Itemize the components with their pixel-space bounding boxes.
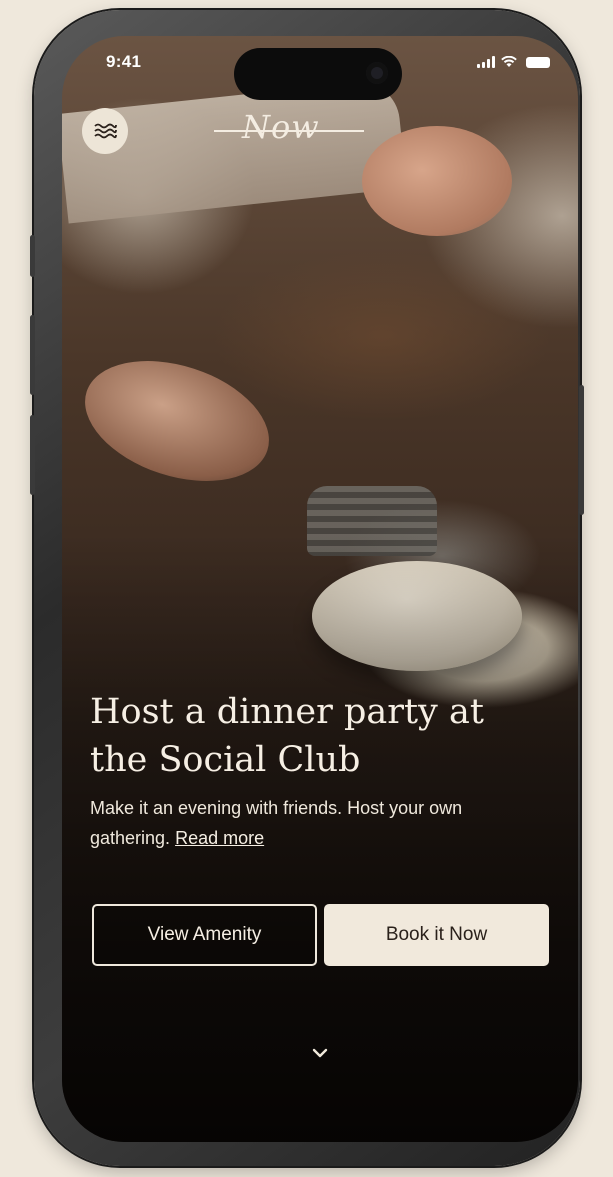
waves-icon bbox=[94, 123, 117, 139]
dynamic-island bbox=[234, 48, 402, 100]
hero-headline: Host a dinner party at the Social Club bbox=[90, 692, 484, 780]
status-time: 9:41 bbox=[106, 52, 142, 71]
cellular-signal-icon bbox=[477, 56, 495, 68]
status-icons bbox=[477, 56, 550, 68]
volume-up-button bbox=[30, 315, 35, 395]
hero-description: Make it an evening with friends. Host yo… bbox=[90, 798, 463, 848]
front-camera bbox=[366, 62, 388, 84]
menu-button[interactable] bbox=[82, 108, 128, 154]
brand-logo[interactable]: Now bbox=[214, 108, 364, 146]
book-now-button[interactable]: Book it Now bbox=[324, 904, 549, 966]
hero-subtext: Make it an evening with friends. Host yo… bbox=[90, 793, 530, 853]
battery-icon bbox=[526, 57, 550, 68]
chevron-down-icon[interactable] bbox=[308, 1044, 332, 1062]
volume-down-button bbox=[30, 415, 35, 495]
power-button bbox=[579, 385, 584, 515]
view-amenity-button[interactable]: View Amenity bbox=[92, 904, 317, 966]
wifi-icon bbox=[501, 56, 517, 67]
app-screen: 9:41 Now Host a dinner party at the Soci… bbox=[62, 36, 578, 1142]
action-button bbox=[30, 235, 35, 277]
read-more-link[interactable]: Read more bbox=[175, 828, 264, 848]
photo-gradient-overlay bbox=[62, 36, 578, 1142]
